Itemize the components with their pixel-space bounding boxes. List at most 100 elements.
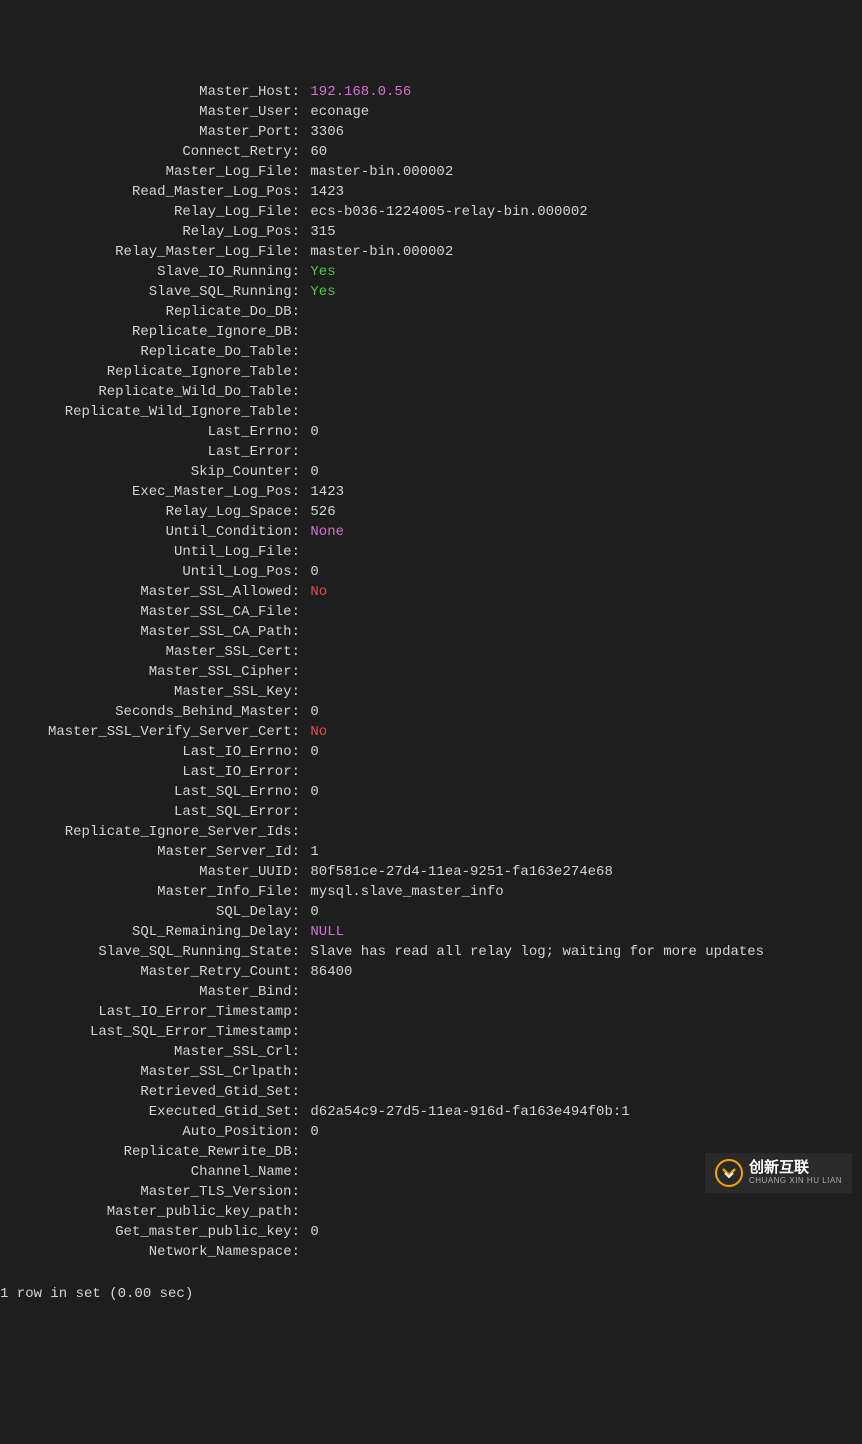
status-row: Executed_Gtid_Set: d62a54c9-27d5-11ea-91… <box>0 1102 862 1122</box>
field-label: Master_SSL_Crlpath: <box>0 1062 300 1082</box>
field-label: Master_Host: <box>0 82 300 102</box>
field-label: Last_IO_Error_Timestamp: <box>0 1002 300 1022</box>
field-label: Until_Condition: <box>0 522 300 542</box>
field-label: Master_SSL_CA_File: <box>0 602 300 622</box>
field-value: None <box>300 524 344 540</box>
field-value: Yes <box>300 284 336 300</box>
field-label: Auto_Position: <box>0 1122 300 1142</box>
status-row: Auto_Position: 0 <box>0 1122 862 1142</box>
status-row: Until_Condition: None <box>0 522 862 542</box>
status-row: Replicate_Do_Table: <box>0 342 862 362</box>
status-row: Master_Bind: <box>0 982 862 1002</box>
field-value: 60 <box>300 144 327 160</box>
field-label: SQL_Delay: <box>0 902 300 922</box>
status-row: Last_Errno: 0 <box>0 422 862 442</box>
field-value <box>300 824 302 840</box>
status-row: Master_SSL_Crl: <box>0 1042 862 1062</box>
field-value: 80f581ce-27d4-11ea-9251-fa163e274e68 <box>300 864 613 880</box>
status-row: Master_SSL_Verify_Server_Cert: No <box>0 722 862 742</box>
field-label: Last_SQL_Errno: <box>0 782 300 802</box>
field-value: 86400 <box>300 964 352 980</box>
status-row: Relay_Master_Log_File: master-bin.000002 <box>0 242 862 262</box>
field-label: Relay_Log_Pos: <box>0 222 300 242</box>
field-label: Executed_Gtid_Set: <box>0 1102 300 1122</box>
field-value <box>300 1184 302 1200</box>
field-value <box>300 544 302 560</box>
field-label: Skip_Counter: <box>0 462 300 482</box>
terminal-output: Master_Host: 192.168.0.56Master_User: ec… <box>0 80 862 1264</box>
status-row: Master_SSL_Cert: <box>0 642 862 662</box>
field-value: No <box>300 584 327 600</box>
status-row: Until_Log_File: <box>0 542 862 562</box>
field-value: 0 <box>300 704 319 720</box>
field-label: Get_master_public_key: <box>0 1222 300 1242</box>
field-value: 3306 <box>300 124 344 140</box>
status-row: Replicate_Ignore_DB: <box>0 322 862 342</box>
field-label: Network_Namespace: <box>0 1242 300 1262</box>
status-row: Relay_Log_Space: 526 <box>0 502 862 522</box>
field-value: master-bin.000002 <box>300 244 453 260</box>
field-label: Channel_Name: <box>0 1162 300 1182</box>
field-value <box>300 1204 302 1220</box>
status-row: Network_Namespace: <box>0 1242 862 1262</box>
field-label: Connect_Retry: <box>0 142 300 162</box>
status-row: Last_IO_Error: <box>0 762 862 782</box>
watermark-logo: 创新互联 CHUANG XIN HU LIAN <box>705 1153 852 1193</box>
field-label: Replicate_Do_DB: <box>0 302 300 322</box>
field-value: NULL <box>300 924 344 940</box>
field-value: 526 <box>300 504 336 520</box>
field-label: Master_Retry_Count: <box>0 962 300 982</box>
status-row: Replicate_Ignore_Server_Ids: <box>0 822 862 842</box>
watermark-icon <box>715 1159 743 1187</box>
field-value <box>300 1144 302 1160</box>
field-label: Master_SSL_Key: <box>0 682 300 702</box>
status-row: Master_Host: 192.168.0.56 <box>0 82 862 102</box>
field-value: Slave has read all relay log; waiting fo… <box>300 944 764 960</box>
field-value <box>300 1164 302 1180</box>
field-label: Seconds_Behind_Master: <box>0 702 300 722</box>
field-label: Replicate_Do_Table: <box>0 342 300 362</box>
field-value: 315 <box>300 224 336 240</box>
field-value: 0 <box>300 564 319 580</box>
field-value: 0 <box>300 1124 319 1140</box>
field-label: Slave_IO_Running: <box>0 262 300 282</box>
field-value: 0 <box>300 784 319 800</box>
field-value <box>300 604 302 620</box>
status-row: Master_UUID: 80f581ce-27d4-11ea-9251-fa1… <box>0 862 862 882</box>
field-value: econage <box>300 104 369 120</box>
status-row: Slave_IO_Running: Yes <box>0 262 862 282</box>
field-label: Retrieved_Gtid_Set: <box>0 1082 300 1102</box>
status-row: Master_SSL_Allowed: No <box>0 582 862 602</box>
field-label: Master_Port: <box>0 122 300 142</box>
field-value <box>300 444 302 460</box>
field-label: Read_Master_Log_Pos: <box>0 182 300 202</box>
field-label: Master_UUID: <box>0 862 300 882</box>
field-value: 0 <box>300 1224 319 1240</box>
status-row: Last_Error: <box>0 442 862 462</box>
status-row: Relay_Log_File: ecs-b036-1224005-relay-b… <box>0 202 862 222</box>
field-value <box>300 1084 302 1100</box>
field-label: Replicate_Wild_Ignore_Table: <box>0 402 300 422</box>
field-label: Master_SSL_Cipher: <box>0 662 300 682</box>
field-value <box>300 684 302 700</box>
watermark-en: CHUANG XIN HU LIAN <box>749 1177 842 1186</box>
status-row: Replicate_Wild_Do_Table: <box>0 382 862 402</box>
status-row: Get_master_public_key: 0 <box>0 1222 862 1242</box>
field-label: Slave_SQL_Running: <box>0 282 300 302</box>
status-row: Master_Retry_Count: 86400 <box>0 962 862 982</box>
field-label: Until_Log_File: <box>0 542 300 562</box>
watermark-text: 创新互联 CHUANG XIN HU LIAN <box>749 1160 842 1185</box>
field-value: 0 <box>300 744 319 760</box>
field-value <box>300 404 302 420</box>
field-label: Master_TLS_Version: <box>0 1182 300 1202</box>
field-value <box>300 1044 302 1060</box>
field-label: Master_SSL_CA_Path: <box>0 622 300 642</box>
status-row: Relay_Log_Pos: 315 <box>0 222 862 242</box>
status-row: Slave_SQL_Running: Yes <box>0 282 862 302</box>
status-row: Retrieved_Gtid_Set: <box>0 1082 862 1102</box>
field-label: Last_IO_Errno: <box>0 742 300 762</box>
field-label: Last_SQL_Error_Timestamp: <box>0 1022 300 1042</box>
status-row: Master_SSL_Cipher: <box>0 662 862 682</box>
field-value: 0 <box>300 904 319 920</box>
field-label: Master_SSL_Allowed: <box>0 582 300 602</box>
